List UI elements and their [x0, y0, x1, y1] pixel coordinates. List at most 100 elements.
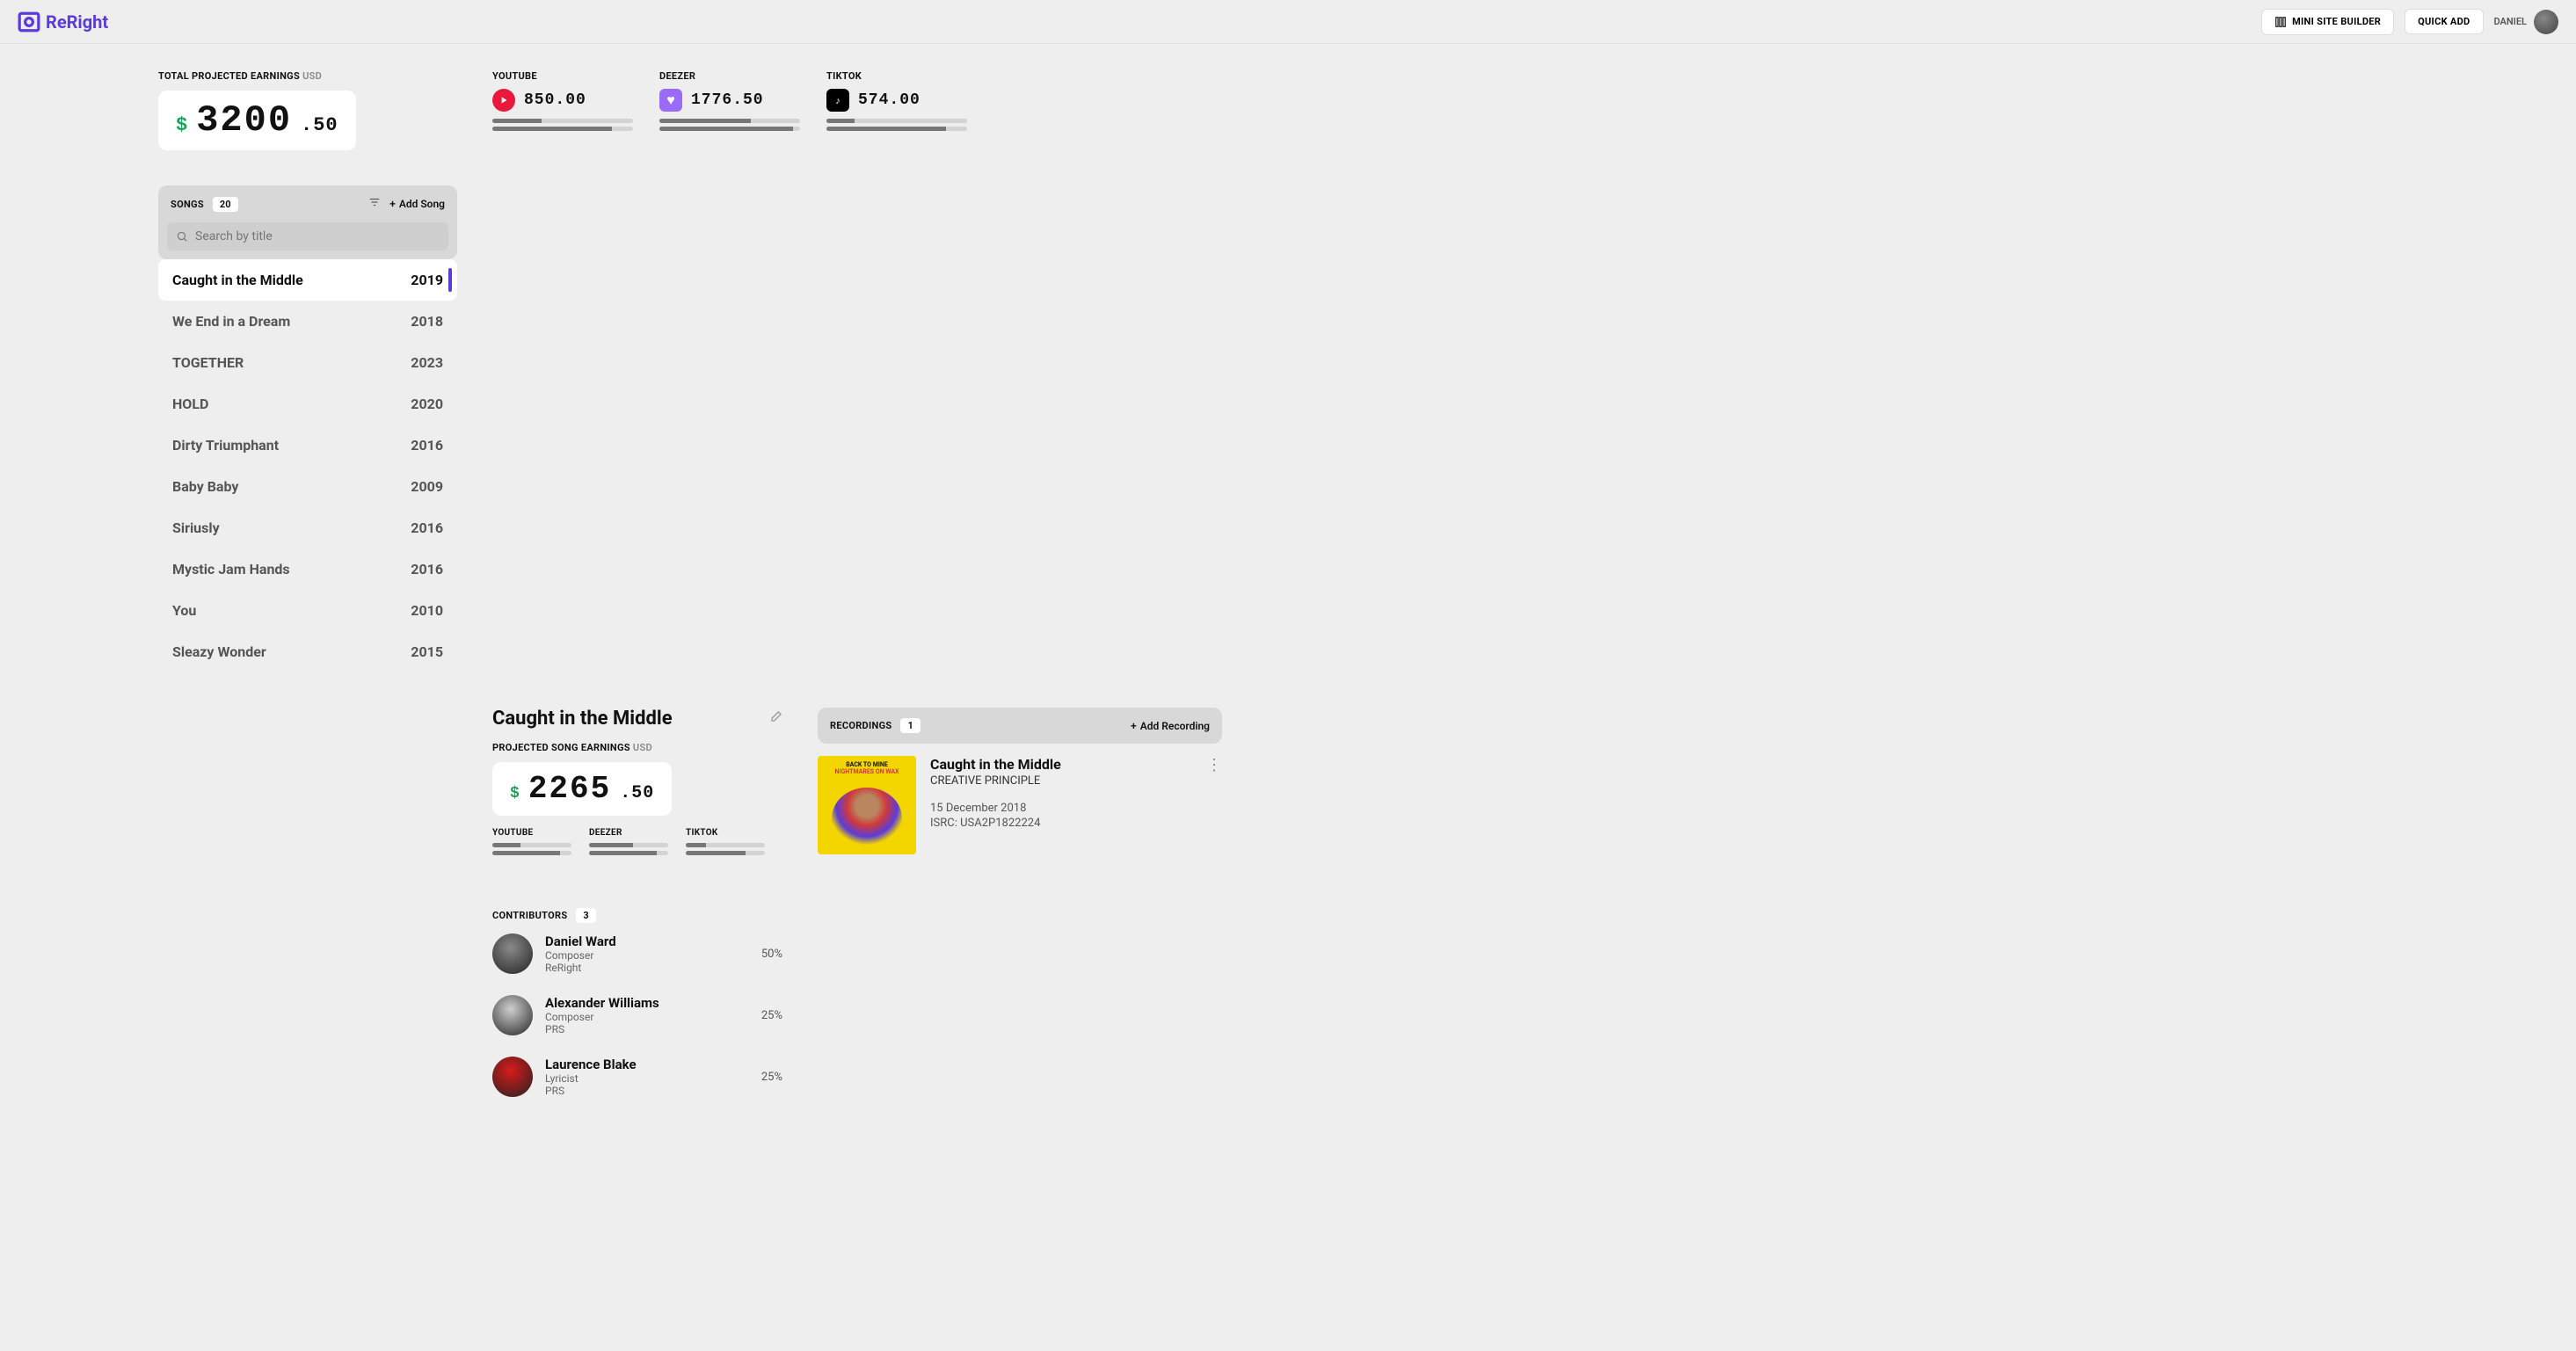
add-song-label: Add Song — [399, 198, 445, 210]
youtube-icon — [492, 89, 515, 112]
song-item-title: Caught in the Middle — [172, 272, 303, 288]
recordings-label: RECORDINGS — [830, 720, 891, 731]
total-earnings-label: TOTAL PROJECTED EARNINGS USD — [158, 70, 457, 82]
song-item[interactable]: You 2010 — [158, 590, 457, 631]
contributors-count: 3 — [576, 908, 595, 923]
song-item-year: 2019 — [411, 272, 443, 288]
contributor-org: PRS — [545, 1085, 749, 1097]
song-item[interactable]: Mystic Jam Hands 2016 — [158, 548, 457, 590]
add-recording-label: Add Recording — [1140, 720, 1210, 732]
platform-tiktok: TIKTOK ♪ 574.00 — [826, 70, 967, 131]
contributor-avatar — [492, 933, 533, 974]
song-item-title: Dirty Triumphant — [172, 437, 279, 454]
songs-count: 20 — [213, 197, 238, 212]
deezer-icon: ♥ — [659, 89, 682, 112]
contributor-share: 25% — [761, 1009, 782, 1022]
recording-artist: CREATIVE PRINCIPLE — [930, 774, 1192, 788]
song-item-title: HOLD — [172, 396, 208, 412]
selected-song-title: Caught in the Middle — [492, 708, 673, 730]
song-item[interactable]: Caught in the Middle 2019 — [158, 259, 457, 301]
contributor-avatar — [492, 995, 533, 1035]
contributor-share: 25% — [761, 1071, 782, 1084]
recording-card[interactable]: BACK TO MINE NIGHTMARES ON WAX Caught in… — [818, 756, 1222, 854]
plus-icon: + — [1131, 720, 1137, 732]
tiktok-icon: ♪ — [826, 89, 849, 112]
brand-name: ReRight — [46, 11, 108, 33]
song-item-year: 2010 — [411, 602, 443, 619]
contributor-row[interactable]: Alexander WilliamsComposerPRS 25% — [492, 984, 782, 1046]
user-menu[interactable]: DANIEL — [2494, 10, 2559, 34]
song-platform-youtube: YOUTUBE — [492, 828, 571, 855]
song-item-title: We End in a Dream — [172, 313, 290, 330]
contributor-name: Alexander Williams — [545, 995, 749, 1011]
user-avatar — [2534, 10, 2558, 34]
contributor-name: Daniel Ward — [545, 933, 749, 949]
song-item[interactable]: TOGETHER 2023 — [158, 342, 457, 383]
song-item[interactable]: HOLD 2020 — [158, 383, 457, 425]
edit-song-icon[interactable] — [768, 710, 782, 728]
song-item-year: 2016 — [411, 437, 443, 454]
plus-icon: + — [389, 198, 396, 210]
contributor-share: 50% — [761, 948, 782, 961]
song-item[interactable]: Siriusly2016 — [158, 507, 457, 548]
platform-value: 1776.50 — [691, 91, 764, 109]
contributor-row[interactable]: Daniel WardComposerReRight50% — [492, 923, 782, 984]
add-song-button[interactable]: + Add Song — [389, 198, 445, 210]
recordings-count: 1 — [900, 718, 920, 733]
filter-icon[interactable] — [368, 196, 381, 212]
contributor-org: PRS — [545, 1023, 749, 1035]
song-item[interactable]: Dirty Triumphant 2016 — [158, 425, 457, 466]
song-platform-deezer: DEEZER — [589, 828, 668, 855]
platform-label: TIKTOK — [826, 70, 967, 82]
song-earnings-label: PROJECTED SONG EARNINGS USD — [492, 742, 782, 753]
song-item-title: Sleazy Wonder — [172, 643, 266, 660]
mini-site-builder-button[interactable]: MINI SITE BUILDER — [2261, 9, 2394, 35]
platform-value: 850.00 — [524, 91, 586, 109]
contributors-label: CONTRIBUTORS — [492, 910, 567, 921]
user-name: DANIEL — [2494, 16, 2528, 27]
album-art: BACK TO MINE NIGHTMARES ON WAX — [818, 756, 916, 854]
brand-icon — [18, 11, 40, 33]
song-search[interactable] — [167, 222, 448, 251]
recording-more-icon[interactable]: ⋮ — [1206, 756, 1222, 854]
song-item-year: 2015 — [411, 643, 443, 660]
platform-youtube: YOUTUBE850.00 — [492, 70, 633, 131]
quick-add-label: QUICK ADD — [2418, 16, 2470, 27]
brand-logo[interactable]: ReRight — [18, 11, 108, 33]
platform-label: DEEZER — [659, 70, 800, 82]
quick-add-button[interactable]: QUICK ADD — [2405, 9, 2483, 34]
recording-isrc: ISRC: USA2P1822224 — [930, 817, 1192, 830]
platform-label: TIKTOK — [686, 828, 765, 838]
contributor-role: Lyricist — [545, 1072, 749, 1085]
song-item-year: 2020 — [411, 396, 443, 412]
song-item-year: 2016 — [411, 519, 443, 536]
recording-title: Caught in the Middle — [930, 756, 1192, 773]
song-item[interactable]: Sleazy Wonder 2015 — [158, 631, 457, 672]
song-item-title: You — [172, 602, 196, 619]
platform-value: 574.00 — [858, 91, 921, 109]
recording-date: 15 December 2018 — [930, 802, 1192, 815]
song-item-year: 2016 — [411, 561, 443, 577]
song-item-title: Baby Baby — [172, 478, 238, 495]
sliders-icon — [2274, 16, 2287, 28]
song-item-year: 2023 — [411, 354, 443, 371]
song-item-year: 2018 — [411, 313, 443, 330]
songs-label: SONGS — [171, 199, 204, 210]
contributor-row[interactable]: Laurence BlakeLyricistPRS 25% — [492, 1046, 782, 1108]
contributor-role: Composer — [545, 1011, 749, 1023]
song-platform-tiktok: TIKTOK — [686, 828, 765, 855]
song-item[interactable]: Baby Baby 2009 — [158, 466, 457, 507]
song-item-title: Mystic Jam Hands — [172, 561, 290, 577]
song-item[interactable]: We End in a Dream 2018 — [158, 301, 457, 342]
add-recording-button[interactable]: + Add Recording — [1131, 720, 1210, 732]
song-earnings-value: $ 2265 .50 — [492, 762, 672, 816]
song-item-title: TOGETHER — [172, 354, 244, 371]
platform-label: YOUTUBE — [492, 828, 571, 838]
song-item-year: 2009 — [411, 478, 443, 495]
contributor-avatar — [492, 1057, 533, 1097]
platform-label: DEEZER — [589, 828, 668, 838]
contributor-name: Laurence Blake — [545, 1057, 749, 1072]
contributor-org: ReRight — [545, 962, 749, 974]
song-search-input[interactable] — [195, 229, 440, 243]
mini-site-builder-label: MINI SITE BUILDER — [2292, 16, 2381, 27]
